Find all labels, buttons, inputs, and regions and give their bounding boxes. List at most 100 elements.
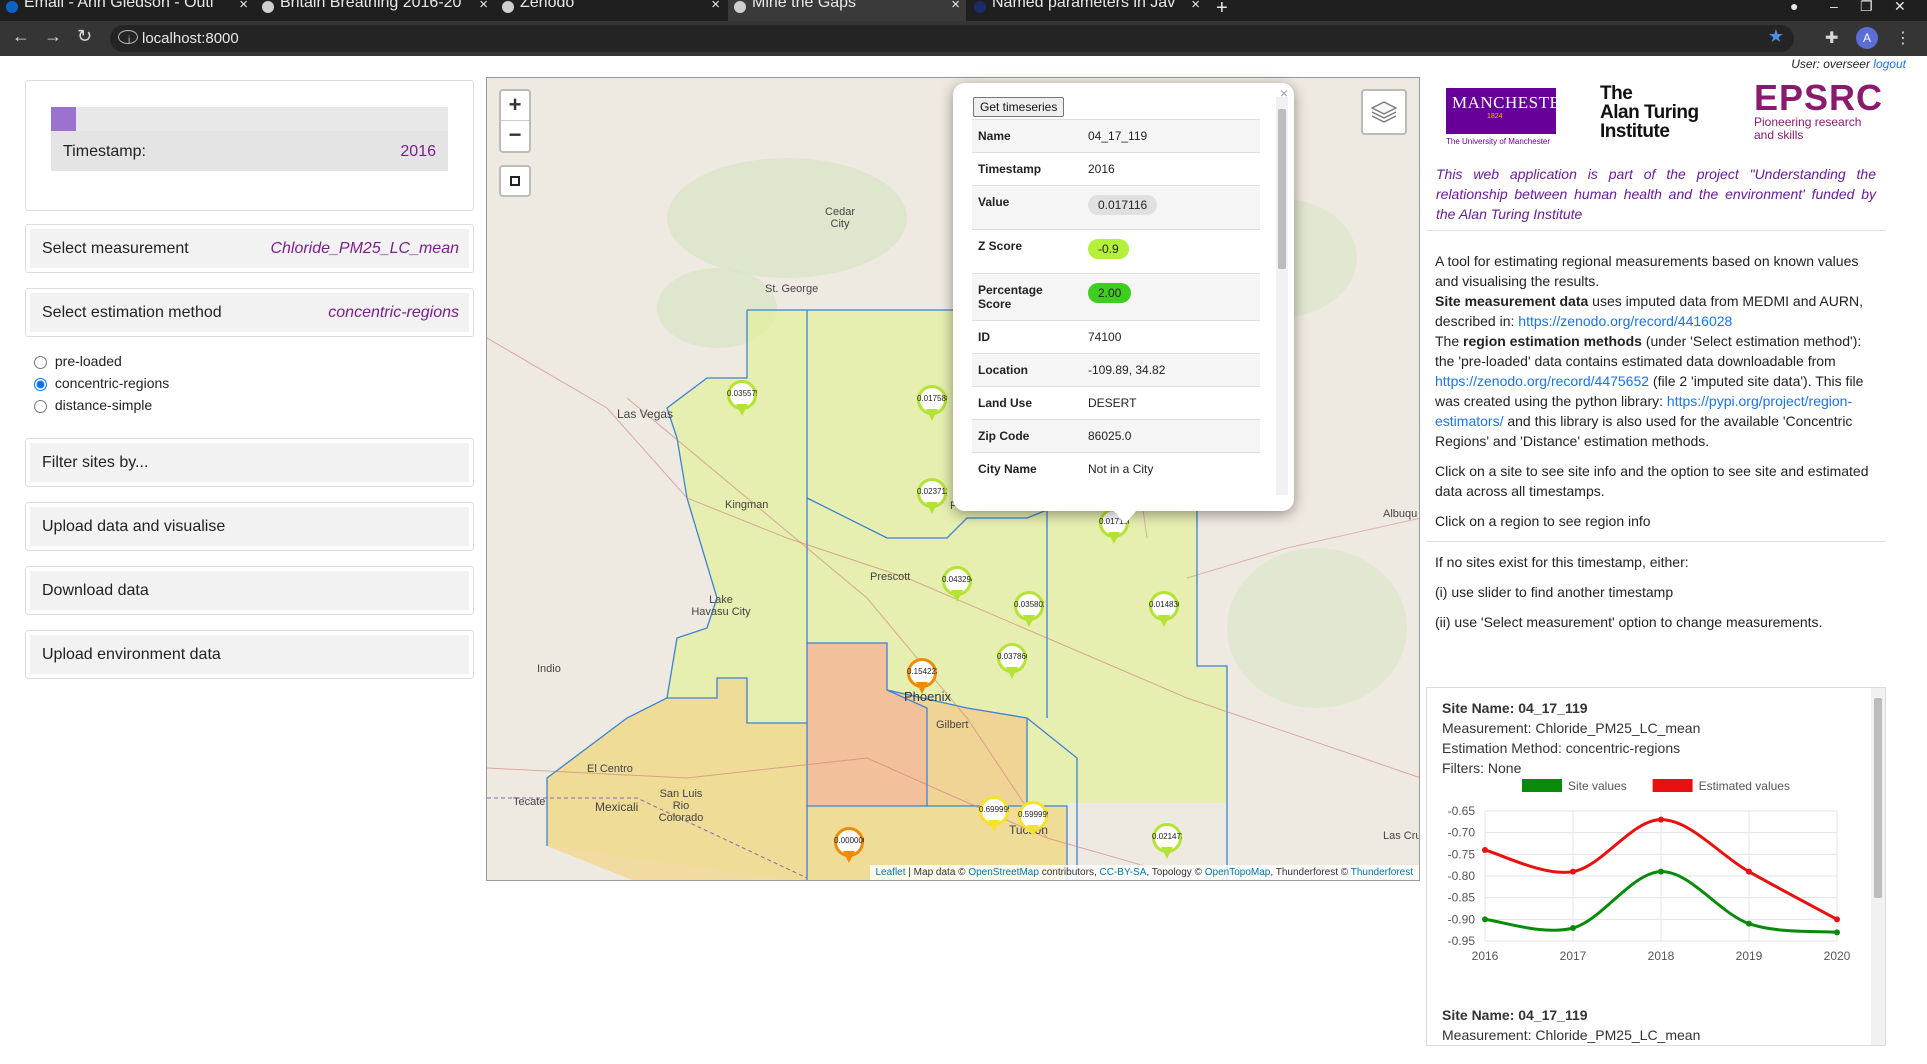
table-row: ID 74100 — [972, 320, 1260, 354]
browser-tab-bar: Email - Ann Gledson - Outl × Britain Bre… — [0, 0, 1927, 21]
place-label: St. George — [765, 283, 819, 295]
zenodo-link-1[interactable]: https://zenodo.org/record/4416028 — [1518, 313, 1732, 329]
site-marker[interactable]: 0.037860 — [997, 643, 1027, 681]
download-data-button[interactable]: Download data — [25, 566, 474, 615]
close-window-icon[interactable]: ✕ — [1894, 0, 1906, 15]
bookmark-star-icon[interactable]: ★ — [1768, 26, 1784, 47]
close-tab-icon[interactable]: × — [711, 0, 720, 12]
forward-icon[interactable]: → — [44, 26, 62, 47]
timestamp-slider[interactable] — [51, 107, 448, 131]
radio-option[interactable]: pre-loaded — [34, 352, 169, 374]
close-tab-icon[interactable]: × — [1191, 0, 1200, 12]
layers-button[interactable] — [1361, 89, 1407, 135]
menu-icon[interactable]: ⋮ — [1895, 28, 1911, 48]
site-marker[interactable]: 0.035575 — [727, 380, 757, 418]
site-marker[interactable]: 0.021473 — [1152, 823, 1182, 861]
close-tab-icon[interactable]: × — [239, 0, 248, 12]
back-icon[interactable]: ← — [12, 26, 30, 47]
place-label: Indio — [537, 663, 561, 675]
logout-link[interactable]: logout — [1873, 57, 1906, 71]
table-row: Value 0.017116 — [972, 185, 1260, 230]
data-point — [1570, 868, 1576, 875]
filter-sites-button[interactable]: Filter sites by... — [25, 438, 474, 487]
legend-label: Site values — [1568, 779, 1627, 793]
upload-environment-button[interactable]: Upload environment data — [25, 630, 474, 679]
radio-option[interactable]: distance-simple — [34, 396, 169, 418]
x-tick-label: 2019 — [1736, 949, 1763, 963]
legend-label: Estimated values — [1699, 779, 1790, 793]
site-marker[interactable]: 0.699999 — [979, 796, 1009, 834]
timeseries-panel: Site Name: 04_17_119 Measurement: Chlori… — [1426, 687, 1886, 1046]
restore-icon[interactable]: ❐ — [1860, 0, 1873, 15]
select-measurement-dropdown[interactable]: Select measurement Chloride_PM25_LC_mean — [25, 224, 474, 273]
zoom-in-button[interactable]: + — [501, 91, 529, 121]
chart-measurement-2: Measurement: Chloride_PM25_LC_mean — [1442, 1027, 1701, 1043]
layers-icon — [1370, 101, 1398, 123]
tab-label: Mine the Gaps — [752, 0, 857, 11]
tab-search-icon[interactable]: ● — [1790, 0, 1798, 14]
download-data-label: Download data — [42, 582, 149, 599]
site-marker[interactable]: 0.014830 — [1149, 591, 1179, 629]
cc-by-sa-link[interactable]: CC-BY-SA — [1100, 867, 1147, 878]
data-point — [1658, 868, 1664, 875]
leaflet-link[interactable]: Leaflet — [876, 867, 906, 878]
site-marker[interactable]: 0.599999 — [1018, 801, 1048, 839]
user-info: User: overseer logout — [1791, 57, 1906, 71]
zoom-out-button[interactable]: − — [501, 121, 529, 151]
radio-label: distance-simple — [54, 397, 153, 413]
address-bar[interactable]: i localhost:8000 ★ — [110, 25, 1794, 52]
zenodo-link-2[interactable]: https://zenodo.org/record/4475652 — [1435, 373, 1649, 389]
site-marker[interactable]: 0.154223 — [907, 658, 937, 696]
place-label: Kingman — [725, 499, 769, 511]
browser-tab[interactable]: Zenodo × — [496, 0, 726, 21]
zscore-badge: -0.9 — [1088, 239, 1129, 259]
profile-avatar[interactable]: A — [1856, 27, 1878, 49]
opentopomap-link[interactable]: OpenTopoMap — [1205, 867, 1271, 878]
draw-rectangle-button[interactable] — [499, 165, 531, 197]
osm-link[interactable]: OpenStreetMap — [968, 867, 1039, 878]
info-click-site: Click on a site to see site info and the… — [1435, 463, 1869, 499]
data-point — [1834, 929, 1840, 936]
slider-handle[interactable] — [51, 107, 76, 131]
reload-icon[interactable]: ↻ — [77, 26, 92, 47]
upload-environment-label: Upload environment data — [42, 646, 221, 663]
new-tab-icon[interactable]: + — [1216, 0, 1228, 20]
site-marker[interactable]: 0.000000 — [834, 827, 864, 865]
select-measurement-label: Select measurement — [42, 240, 189, 257]
site-marker[interactable]: 0.023712 — [917, 478, 947, 516]
site-info-icon[interactable]: i — [118, 30, 138, 46]
browser-tab[interactable]: Email - Ann Gledson - Outl × — [0, 0, 254, 21]
chart-scrollbar[interactable] — [1871, 688, 1885, 1045]
radio-distance-simple[interactable] — [34, 399, 47, 413]
browser-tab[interactable]: Britain Breathing 2016-20 × — [256, 0, 494, 21]
table-row: Name 04_17_119 — [972, 119, 1260, 153]
close-tab-icon[interactable]: × — [951, 0, 960, 12]
app-info: A tool for estimating regional measureme… — [1426, 247, 1886, 646]
get-timeseries-button[interactable]: Get timeseries — [973, 97, 1065, 117]
close-tab-icon[interactable]: × — [479, 0, 488, 12]
y-tick-label: -0.70 — [1448, 826, 1476, 840]
chart-site-name-2: Site Name: 04_17_119 — [1442, 1007, 1588, 1023]
site-marker[interactable]: 0.043294 — [942, 566, 972, 604]
browser-tab[interactable]: Named parameters in Jav × — [968, 0, 1206, 21]
thunderforest-link[interactable]: Thunderforest — [1351, 867, 1413, 878]
select-method-dropdown[interactable]: Select estimation method concentric-regi… — [25, 288, 474, 337]
tab-label: Zenodo — [520, 0, 575, 11]
user-label: User: overseer — [1791, 57, 1870, 71]
radio-pre-loaded[interactable] — [34, 355, 47, 369]
extensions-icon[interactable]: ✚ — [1825, 28, 1838, 48]
radio-concentric-regions[interactable] — [34, 377, 47, 391]
site-marker[interactable]: 0.035802 — [1014, 591, 1044, 629]
legend-swatch — [1652, 779, 1693, 792]
minimize-icon[interactable]: – — [1830, 0, 1838, 14]
popup-scrollbar[interactable] — [1276, 97, 1288, 495]
place-label: Tecate — [513, 796, 546, 808]
radio-option[interactable]: concentric-regions — [34, 374, 169, 396]
table-row: Location -109.89, 34.82 — [972, 353, 1260, 387]
site-marker[interactable]: 0.017588 — [917, 385, 947, 423]
manchester-logo: MANCHESTER 1824 The University of Manche… — [1446, 88, 1572, 146]
browser-tab-active[interactable]: Mine the Gaps × — [728, 0, 966, 21]
browser-toolbar: ← → ↻ i localhost:8000 ★ ✚ ⋮ — [0, 21, 1927, 56]
place-label: Mexicali — [595, 800, 639, 814]
upload-data-button[interactable]: Upload data and visualise — [25, 502, 474, 551]
